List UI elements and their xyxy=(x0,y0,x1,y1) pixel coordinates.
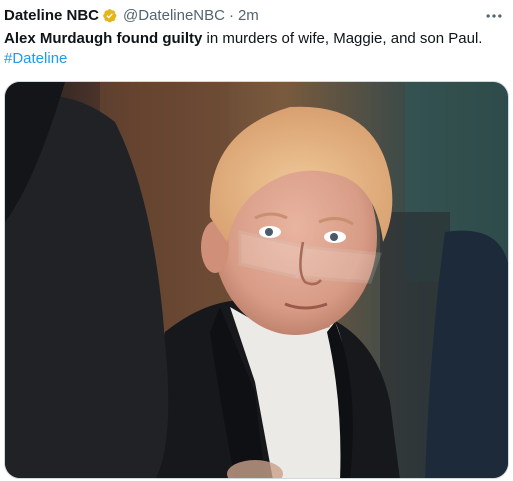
more-horizontal-icon xyxy=(486,14,502,18)
tweet-photo[interactable] xyxy=(4,81,509,479)
hashtag-link[interactable]: #Dateline xyxy=(4,50,67,67)
tweet-header: Dateline NBC @DatelineNBC · 2m xyxy=(4,6,505,26)
separator-dot: · xyxy=(228,7,234,24)
verified-badge-icon xyxy=(102,8,119,25)
tweet-timestamp[interactable]: 2m xyxy=(238,6,259,26)
more-options-button[interactable] xyxy=(483,6,505,26)
tweet-text-body: in murders of wife, Maggie, and son Paul… xyxy=(202,30,483,47)
photo-image xyxy=(5,82,508,478)
tweet-card[interactable]: Dateline NBC @DatelineNBC · 2m Alex Murd… xyxy=(0,0,513,481)
author-display-name[interactable]: Dateline NBC xyxy=(4,6,99,26)
tweet-text-bold: Alex Murdaugh found guilty xyxy=(4,30,203,47)
author-handle[interactable]: @DatelineNBC xyxy=(123,6,225,26)
tweet-text: Alex Murdaugh found guilty in murders of… xyxy=(4,29,505,69)
